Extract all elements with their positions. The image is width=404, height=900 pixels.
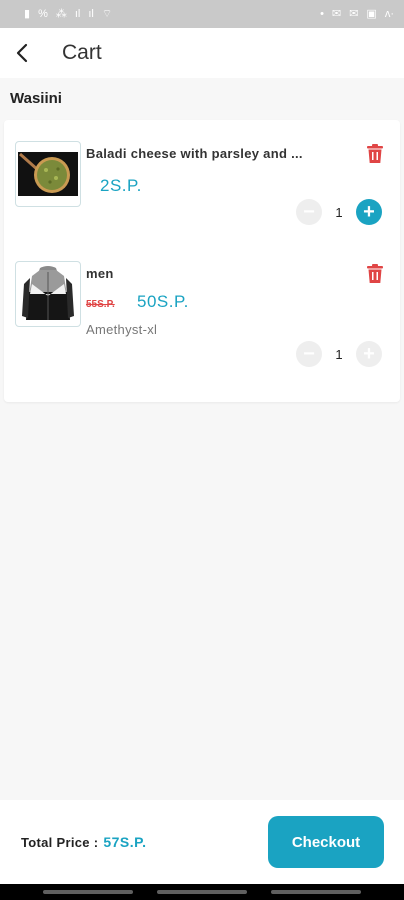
total-price: Total Price : 57S.P.: [21, 834, 147, 850]
product-name[interactable]: Baladi cheese with parsley and ...: [86, 146, 303, 161]
status-right: • ✉ ✉ ▣ ʌ·: [320, 7, 394, 20]
quantity-value: 1: [335, 204, 343, 220]
quantity-stepper: − 1 +: [296, 341, 382, 367]
status-left: ▮ % ⁂ ıl ıl ⌔: [24, 7, 113, 20]
cart-list: Baladi cheese with parsley and ... 2S.P.…: [4, 120, 400, 402]
increase-quantity-button[interactable]: +: [356, 199, 382, 225]
back-arrow-icon: [16, 43, 28, 63]
cart-item: men 55S.P. 50S.P. Amethyst-xl − 1 +: [4, 258, 400, 378]
original-price: 55S.P.: [86, 299, 115, 310]
trash-icon: [367, 264, 383, 283]
product-image-pizza[interactable]: [15, 141, 81, 207]
product-price: 2S.P.: [100, 176, 142, 195]
quantity-value: 1: [335, 346, 343, 362]
decrease-quantity-button[interactable]: −: [296, 199, 322, 225]
jacket-image: [22, 266, 74, 320]
app-bar: Cart: [0, 28, 404, 78]
notification-icon: ʌ·: [384, 7, 394, 20]
quantity-stepper: − 1 +: [296, 199, 382, 225]
system-back-button[interactable]: [271, 890, 361, 894]
checkout-bar: Total Price : 57S.P. Checkout: [0, 800, 404, 884]
data-icon: ⁂: [55, 7, 67, 20]
product-variant: Amethyst-xl: [86, 322, 158, 337]
total-price-label: Total Price :: [21, 835, 99, 850]
recent-apps-button[interactable]: [43, 890, 133, 894]
percent-icon: %: [38, 7, 48, 20]
minus-icon: −: [303, 343, 315, 365]
delete-item-button[interactable]: [364, 142, 386, 166]
increase-quantity-button[interactable]: +: [356, 341, 382, 367]
dot-icon: •: [320, 7, 324, 20]
signal-icon-2: ıl: [88, 7, 94, 20]
gallery-icon: ▣: [366, 7, 377, 20]
page-title: Cart: [62, 41, 102, 64]
store-name: Wasiini: [10, 90, 62, 107]
product-price: 50S.P.: [137, 292, 189, 311]
pizza-image: [18, 152, 78, 196]
back-button[interactable]: [0, 28, 44, 78]
mail-icon: ✉: [331, 7, 342, 20]
checkout-button[interactable]: Checkout: [268, 816, 384, 868]
mail-icon-2: ✉: [349, 7, 359, 20]
minus-icon: −: [303, 201, 315, 223]
delete-item-button[interactable]: [364, 262, 386, 286]
product-image-jacket[interactable]: [15, 261, 81, 327]
battery-icon: ▮: [24, 7, 31, 20]
product-name[interactable]: men: [86, 266, 114, 281]
cart-item: Baladi cheese with parsley and ... 2S.P.…: [4, 138, 400, 258]
system-navigation-bar: [0, 884, 404, 900]
decrease-quantity-button[interactable]: −: [296, 341, 322, 367]
plus-icon: +: [363, 343, 375, 365]
wifi-icon: ⌔: [101, 7, 113, 20]
trash-icon: [367, 144, 383, 163]
home-button[interactable]: [157, 890, 247, 894]
status-bar: ▮ % ⁂ ıl ıl ⌔ • ✉ ✉ ▣ ʌ·: [0, 0, 404, 28]
signal-icon: ıl: [74, 7, 81, 20]
plus-icon: +: [363, 201, 375, 223]
total-price-value: 57S.P.: [103, 834, 147, 850]
